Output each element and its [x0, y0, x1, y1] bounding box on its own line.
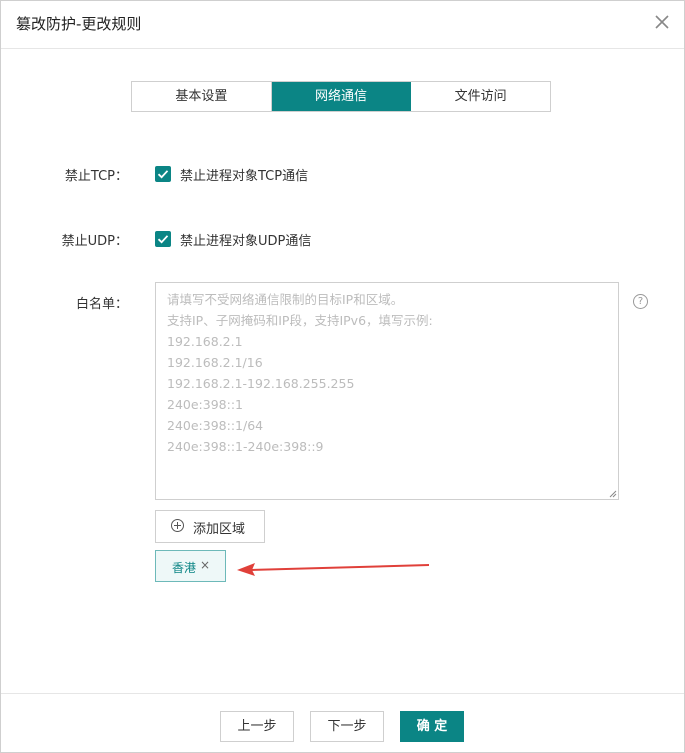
resize-grip-icon[interactable]: [607, 488, 617, 498]
region-tag-label: 香港: [172, 561, 197, 575]
whitelist-textarea-box: [155, 282, 619, 500]
udp-checkbox-label[interactable]: 禁止进程对象UDP通信: [180, 230, 311, 249]
question-circle-icon[interactable]: ?: [633, 294, 648, 309]
next-step-button[interactable]: 下一步: [310, 711, 384, 742]
tcp-checkbox[interactable]: [155, 166, 171, 182]
tab-bar: 基本设置 网络通信 文件访问: [131, 81, 551, 112]
whitelist-textarea[interactable]: [156, 283, 618, 499]
tab-file-access[interactable]: 文件访问: [411, 82, 550, 111]
dialog-header: 篡改防护-更改规则: [1, 1, 684, 49]
region-tag: 香港 ×: [155, 550, 226, 582]
udp-checkbox[interactable]: [155, 231, 171, 247]
tcp-label: 禁止TCP：: [64, 169, 128, 184]
annotation-arrow: [237, 563, 429, 576]
tab-basic-settings[interactable]: 基本设置: [132, 82, 272, 111]
rule-edit-dialog: 篡改防护-更改规则 基本设置 网络通信 文件访问 禁止TCP： 禁止进程对象TC…: [0, 0, 685, 753]
confirm-button[interactable]: 确 定: [400, 711, 464, 742]
close-icon[interactable]: [654, 14, 670, 30]
tcp-checkbox-label[interactable]: 禁止进程对象TCP通信: [180, 165, 308, 184]
check-icon: [157, 170, 169, 179]
footer-divider: [1, 693, 684, 694]
tab-network-communication[interactable]: 网络通信: [271, 82, 412, 111]
udp-label: 禁止UDP：: [61, 234, 128, 249]
prev-step-button[interactable]: 上一步: [220, 711, 294, 742]
add-region-button[interactable]: 添加区域: [155, 510, 265, 543]
plus-circle-icon: [171, 519, 184, 532]
whitelist-label: 白名单：: [75, 297, 128, 312]
check-icon: [157, 235, 169, 244]
dialog-title: 篡改防护-更改规则: [16, 15, 142, 33]
remove-tag-icon[interactable]: ×: [200, 558, 210, 572]
add-region-label: 添加区域: [193, 522, 246, 537]
